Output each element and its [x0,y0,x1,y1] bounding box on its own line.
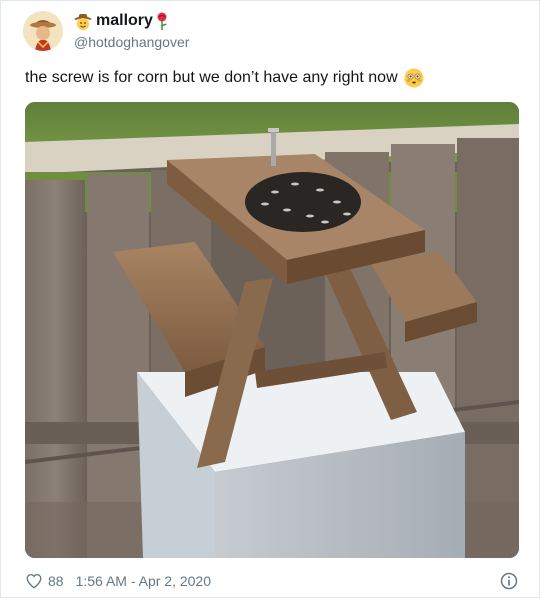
cowboy-hat-face-icon [74,14,92,30]
display-name[interactable]: mallory [96,12,153,30]
author-handle[interactable]: @hotdoghangover [73,34,373,50]
like-count[interactable]: 88 [48,573,64,589]
like-button[interactable]: 88 [25,572,76,590]
tweet-card: mallory @hotdoghangover the screw is for… [0,0,540,598]
tweet-text: the screw is for corn but we don’t have … [25,69,398,86]
flushed-face-icon [404,68,424,88]
squirrel-picnic-table-feeder-photo[interactable] [25,102,519,558]
tweet-text-row: the screw is for corn but we don’t have … [25,67,505,89]
author-names: mallory @hotdoghangover [73,9,373,50]
info-icon[interactable] [499,571,519,591]
tweet-footer: 88 1:56 AM - Apr 2, 2020 [25,569,519,593]
feeder-post [137,372,465,558]
rose-icon [157,12,167,30]
display-name-row[interactable]: mallory [73,9,373,33]
tweet-timestamp[interactable]: 1:56 AM - Apr 2, 2020 [76,573,211,589]
avatar[interactable] [23,11,63,51]
heart-icon[interactable] [25,572,43,590]
